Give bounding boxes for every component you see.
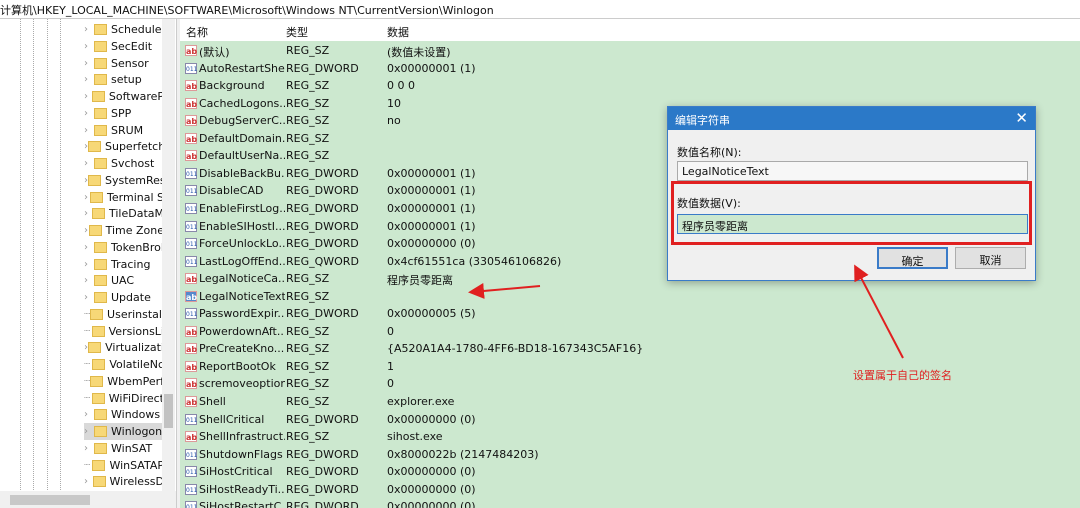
arrow-to-legalnoticetext (468, 282, 541, 299)
annotation-arrows (468, 264, 904, 359)
arrow-to-dialog (854, 264, 904, 359)
annotation-text: 设置属于自己的签名 (853, 369, 952, 382)
